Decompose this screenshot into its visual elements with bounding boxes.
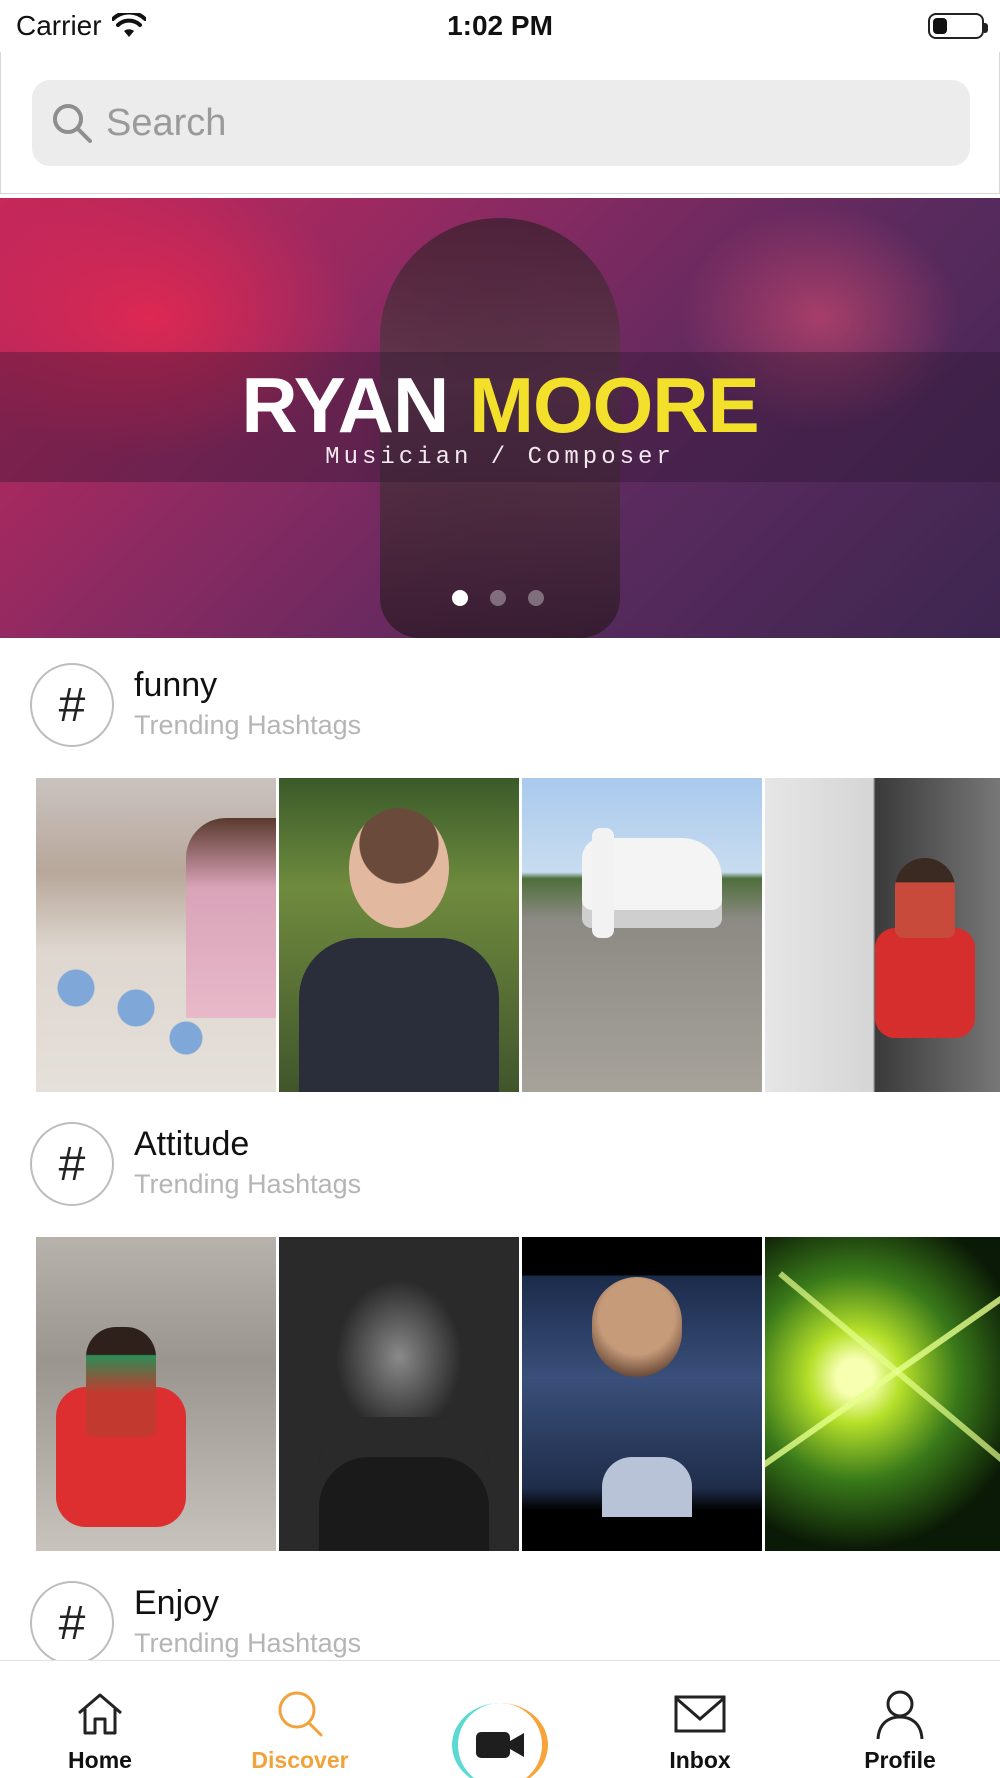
- mail-icon: [674, 1695, 726, 1733]
- tab-home[interactable]: Home: [0, 1661, 200, 1778]
- hashtag-caption: Trending Hashtags: [134, 1169, 362, 1199]
- hashtag-row-enjoy[interactable]: # Enjoy Trending Hashtags: [30, 1578, 970, 1668]
- hashtag-caption: Trending Hashtags: [134, 710, 362, 740]
- video-thumbnail[interactable]: [522, 1237, 762, 1551]
- hashtag-text: Attitude Trending Hashtags: [134, 1124, 361, 1204]
- tab-discover[interactable]: Discover: [200, 1661, 400, 1778]
- status-time: 1:02 PM: [447, 10, 553, 41]
- video-thumbnail[interactable]: [522, 778, 762, 1092]
- banner-page-indicator[interactable]: [452, 590, 544, 606]
- tab-record[interactable]: [400, 1661, 600, 1778]
- video-camera-icon: [476, 1732, 524, 1758]
- hashtag-video-strip-attitude[interactable]: [36, 1237, 1000, 1551]
- tab-label: Home: [68, 1747, 132, 1773]
- video-thumbnail[interactable]: [36, 1237, 276, 1551]
- hashtag-name: Enjoy: [134, 1584, 220, 1622]
- search-icon: [278, 1691, 323, 1737]
- video-thumbnail[interactable]: [279, 778, 519, 1092]
- hashtag-name: Attitude: [134, 1125, 250, 1163]
- video-thumbnail[interactable]: [765, 778, 1000, 1092]
- page-dot[interactable]: [528, 590, 544, 606]
- status-left: Carrier: [16, 10, 146, 42]
- banner-title-first: RYAN: [241, 361, 449, 449]
- hashtag-row-funny[interactable]: # funny Trending Hashtags: [30, 660, 970, 750]
- tab-label: Inbox: [669, 1747, 731, 1773]
- hashtag-icon: #: [30, 663, 114, 747]
- record-button-inner: [458, 1703, 542, 1778]
- hashtag-icon: #: [30, 1581, 114, 1665]
- status-bar: Carrier 1:02 PM: [0, 0, 1000, 52]
- tab-profile[interactable]: Profile: [800, 1661, 1000, 1778]
- wifi-icon: [111, 13, 146, 37]
- featured-banner[interactable]: RYAN MOORE Musician / Composer: [0, 198, 1000, 638]
- home-icon: [78, 1693, 122, 1735]
- banner-subtitle: Musician / Composer: [325, 444, 675, 471]
- battery-icon: [928, 13, 988, 39]
- hashtag-text: Enjoy Trending Hashtags: [134, 1583, 361, 1663]
- video-thumbnail[interactable]: [279, 1237, 519, 1551]
- tab-inbox[interactable]: Inbox: [600, 1661, 800, 1778]
- tab-label: Profile: [864, 1747, 936, 1773]
- page-dot[interactable]: [452, 590, 468, 606]
- carrier-label: Carrier: [16, 10, 102, 41]
- hashtag-icon: #: [30, 1122, 114, 1206]
- video-thumbnail[interactable]: [36, 778, 276, 1092]
- battery-level: [933, 18, 947, 34]
- search-area: Search: [0, 52, 1000, 194]
- banner-title: RYAN MOORE: [0, 360, 1000, 451]
- hashtag-video-strip-funny[interactable]: [36, 778, 1000, 1092]
- search-icon: [53, 104, 92, 143]
- record-button[interactable]: [452, 1703, 548, 1778]
- page-dot[interactable]: [490, 590, 506, 606]
- person-icon: [876, 1690, 924, 1740]
- search-placeholder: Search: [106, 101, 227, 144]
- bottom-tab-bar: Home Discover Inbox Profile: [0, 1660, 1000, 1778]
- banner-title-last: MOORE: [468, 361, 760, 449]
- search-input[interactable]: Search: [32, 80, 970, 166]
- video-thumbnail[interactable]: [765, 1237, 1000, 1551]
- hashtag-text: funny Trending Hashtags: [134, 665, 361, 745]
- tab-label: Discover: [251, 1747, 349, 1773]
- hashtag-name: funny: [134, 666, 218, 704]
- hashtag-row-attitude[interactable]: # Attitude Trending Hashtags: [30, 1119, 970, 1209]
- hashtag-caption: Trending Hashtags: [134, 1628, 362, 1658]
